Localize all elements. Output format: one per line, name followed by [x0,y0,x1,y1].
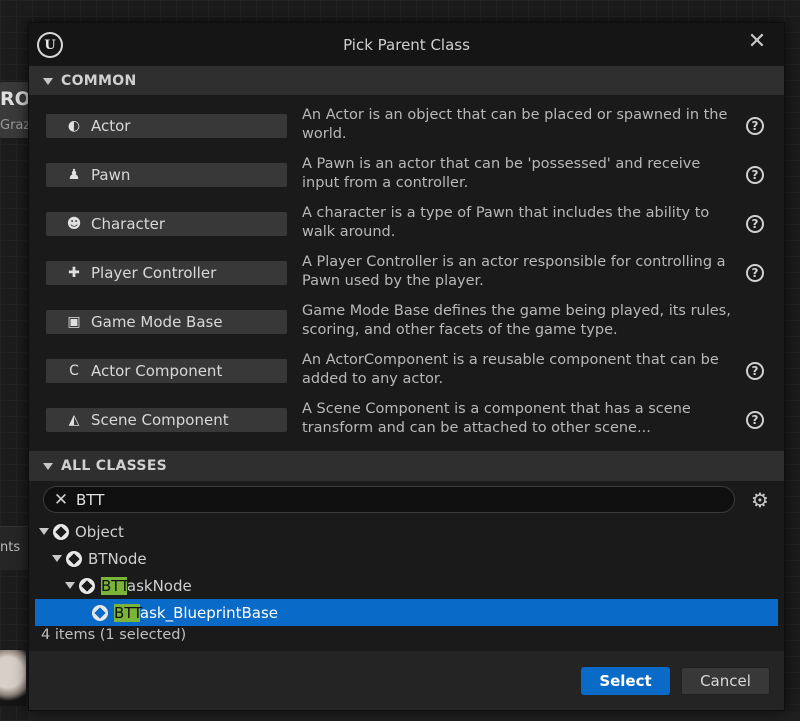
class-cube-icon [66,550,82,567]
class-search-input[interactable] [76,490,734,509]
actor-icon: ◐ [67,118,81,134]
cube-glyph [81,579,93,592]
gear-icon[interactable]: ⚙ [749,489,771,511]
all-classes-panel: ✕ ⚙ ObjectBTNodeBTTaskNodeBTTask_Bluepri… [29,481,784,651]
class-button-label: Scene Component [91,411,229,429]
class-description: A character is a type of Pawn that inclu… [302,205,710,240]
search-match-highlight: BTT [114,603,140,622]
common-class-row: ◐ Actor An Actor is an object that can be … [29,101,784,150]
tree-row[interactable]: Object [35,518,778,545]
class-button-label: Game Mode Base [91,313,223,331]
class-button-label: Pawn [91,166,131,184]
class-button-label: Actor Component [91,362,223,380]
cube-glyph [94,606,106,619]
cube-glyph [68,552,80,565]
pick-parent-class-dialog: U Pick Parent Class ✕ COMMON ◐ Actor An Ac… [28,22,785,711]
clear-search-icon[interactable]: ✕ [50,489,72,511]
actor-component-icon: C [69,363,79,379]
class-search-box: ✕ [43,486,735,513]
common-class-list: ◐ Actor An Actor is an object that can be … [29,95,784,467]
tree-item-text: ask_BlueprintBase [139,603,279,622]
chevron-down-icon [43,77,53,85]
help-icon[interactable]: ? [746,166,764,184]
all-classes-section-header[interactable]: ALL CLASSES [29,451,784,481]
tree-row[interactable]: BTTask_BlueprintBase [35,599,778,626]
tree-row[interactable]: BTTaskNode [35,572,778,599]
class-button-character[interactable]: ☻ Character [45,211,288,237]
class-button-pawn[interactable]: ♟ Pawn [45,162,288,188]
close-icon[interactable]: ✕ [744,29,770,55]
common-class-row: ◭ Scene Component A Scene Component is a c… [29,395,784,444]
cube-glyph [55,525,67,538]
gamepad-icon: ✚ [68,265,80,281]
common-class-row: ▣ Game Mode Base Game Mode Base defines th… [29,297,784,346]
class-button-actor[interactable]: ◐ Actor [45,113,288,139]
tree-item-text: Object [75,522,124,541]
class-button-player-controller[interactable]: ✚ Player Controller [45,260,288,286]
search-row: ✕ ⚙ [29,481,784,521]
help-icon[interactable]: ? [746,117,764,135]
tree-item-label: BTTask_BlueprintBase [114,603,279,622]
class-cube-icon [53,523,69,540]
item-count-status: 4 items (1 selected) [41,627,187,643]
class-description: A Pawn is an actor that can be 'possesse… [302,156,701,191]
class-button-label: Character [91,215,166,233]
chevron-down-icon [43,462,53,470]
dialog-titlebar[interactable]: U Pick Parent Class ✕ [29,23,784,67]
common-class-row: ☻ Character A character is a type of Pawn … [29,199,784,248]
tree-item-label: Object [75,523,124,541]
class-button-scene-component[interactable]: ◭ Scene Component [45,407,288,433]
character-icon: ☻ [66,216,82,232]
background-viewport-thumbnail [0,650,26,706]
chevron-down-icon[interactable] [65,582,75,589]
common-section-header[interactable]: COMMON [29,66,784,96]
select-button[interactable]: Select [581,667,670,695]
class-description: An ActorComponent is a reusable componen… [302,352,719,387]
help-icon[interactable]: ? [746,215,764,233]
search-match-highlight: BTT [101,576,127,595]
class-cube-icon [79,577,95,594]
class-button-actor-component[interactable]: C Actor Component [45,358,288,384]
dialog-title: Pick Parent Class [343,36,470,54]
scene-component-icon: ◭ [68,412,80,428]
chevron-down-icon[interactable] [39,528,49,535]
class-cube-icon [92,604,108,621]
chevron-down-icon[interactable] [52,555,62,562]
common-class-row: ♟ Pawn A Pawn is an actor that can be 'pos… [29,150,784,199]
class-description: Game Mode Base defines the game being pl… [302,303,731,338]
background-node-subtitle: Graz [0,118,31,133]
tree-row[interactable]: BTNode [35,545,778,572]
class-description: An Actor is an object that can be placed… [302,107,728,142]
help-icon[interactable]: ? [746,264,764,282]
tree-item-text: askNode [126,576,192,595]
tree-item-text: BTNode [88,549,147,568]
class-tree: Object BTNode BTTaskNode BTTask_BlueprintBa… [35,518,778,626]
all-classes-section-label: ALL CLASSES [61,458,168,474]
class-description: A Scene Component is a component that ha… [302,401,691,436]
pawn-icon: ♟ [67,167,81,183]
class-button-label: Player Controller [91,264,217,282]
background-node-title: RO [0,88,31,110]
background-side-label: nts [0,540,21,555]
background-bottom-bar [28,711,800,721]
class-description: A Player Controller is an actor responsi… [302,254,726,289]
tree-item-label: BTTaskNode [101,576,192,595]
game-mode-icon: ▣ [67,314,81,330]
tree-item-label: BTNode [88,550,147,568]
class-button-label: Actor [91,117,131,135]
common-class-row: ✚ Player Controller A Player Controller is… [29,248,784,297]
class-button-game-mode-base[interactable]: ▣ Game Mode Base [45,309,288,335]
cancel-button[interactable]: Cancel [681,667,770,695]
help-icon[interactable]: ? [746,411,764,429]
common-class-row: C Actor Component An ActorComponent is a r… [29,346,784,395]
help-icon[interactable]: ? [746,362,764,380]
common-section-label: COMMON [61,73,137,89]
